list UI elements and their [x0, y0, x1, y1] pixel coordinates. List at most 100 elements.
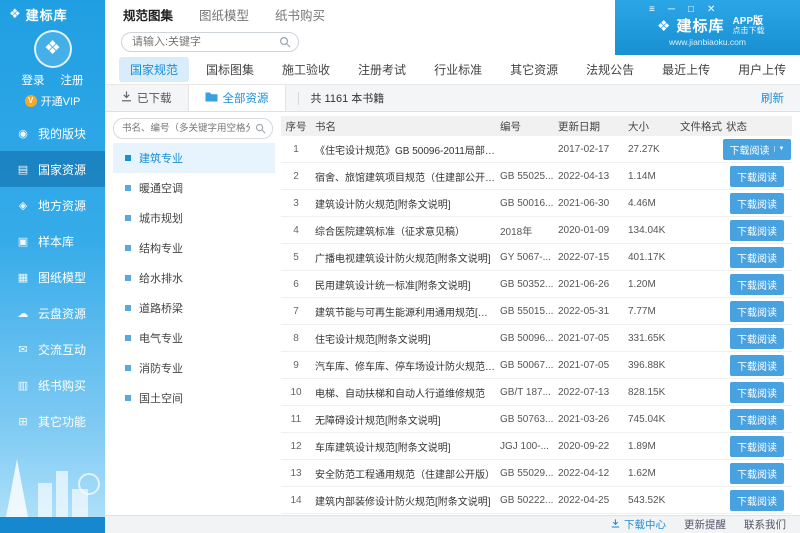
maximize-icon[interactable]: □: [688, 4, 694, 15]
table-row[interactable]: 10 电梯、自动扶梯和自动人行道维修规范 GB/T 187... 2022-07-13…: [281, 379, 792, 406]
login-link[interactable]: 登录: [22, 72, 45, 88]
download-read-button[interactable]: 下载阅读: [730, 408, 784, 430]
table-row[interactable]: 9 汽车库、修车库、停车场设计防火规范[附条文说明] GB 50067... 2021…: [281, 352, 792, 379]
book-code: 2018年: [500, 226, 533, 238]
book-title[interactable]: 建筑设计防火规范[附条文说明]: [311, 196, 496, 211]
table-row[interactable]: 8 住宅设计规范[附条文说明] GB 50096... 2021-07-05 331.6…: [281, 325, 792, 352]
book-title[interactable]: 车库建筑设计规范[附条文说明]: [311, 439, 496, 454]
main-area: 规范图集 图纸模型 纸书购买 ≡ ─ □ ✕ ❖ 建标库 APP版: [105, 0, 800, 533]
sidebar-item-national-resources[interactable]: ▤ 国家资源: [0, 151, 105, 187]
search-icon[interactable]: [279, 36, 291, 51]
download-read-button[interactable]: 下载阅读: [730, 273, 784, 295]
table-row[interactable]: 2 宿舍、旅馆建筑项目规范（住建部公开版） GB 55025... 2022-04-1…: [281, 163, 792, 190]
download-read-button[interactable]: 下载阅读: [730, 300, 784, 322]
table-row[interactable]: 4 综合医院建筑标准（征求意见稿） 2018年 2020-01-09 134.04K 下载…: [281, 217, 792, 244]
download-read-button[interactable]: 下载阅读: [730, 489, 784, 511]
book-title[interactable]: 民用建筑设计统一标准[附条文说明]: [311, 277, 496, 292]
nav-tab[interactable]: 国家规范: [119, 57, 190, 82]
nav-tab[interactable]: 行业标准: [423, 57, 493, 82]
category-search-input[interactable]: [113, 118, 273, 139]
download-read-button[interactable]: 下载阅读: [730, 435, 784, 457]
sidebar-item-label: 我的版块: [38, 126, 87, 141]
downloaded-tab[interactable]: 已下载: [105, 85, 188, 111]
download-read-button[interactable]: 下载阅读: [730, 246, 784, 268]
top-tab[interactable]: 纸书购买: [275, 5, 325, 24]
book-title[interactable]: 无障碍设计规范[附条文说明]: [311, 412, 496, 427]
category-label: 给水排水: [139, 273, 183, 285]
category-item[interactable]: 电气专业: [113, 323, 275, 353]
sidebar-item-my-section[interactable]: ◉ 我的版块: [0, 115, 105, 151]
sidebar-item-community[interactable]: ✉ 交流互动: [0, 331, 105, 367]
book-title[interactable]: 宿舍、旅馆建筑项目规范（住建部公开版）: [311, 169, 496, 184]
category-item[interactable]: 国土空间: [113, 383, 275, 413]
sidebar-item-drawing-models[interactable]: ▦ 图纸模型: [0, 259, 105, 295]
download-read-button[interactable]: 下载阅读: [730, 327, 784, 349]
nav-tab[interactable]: 用户上传: [727, 57, 797, 82]
nav-tab[interactable]: 其它资源: [499, 57, 569, 82]
nav-tab[interactable]: 施工验收: [271, 57, 341, 82]
table-row[interactable]: 12 车库建筑设计规范[附条文说明] JGJ 100-... 2020-09-22 1.…: [281, 433, 792, 460]
category-item[interactable]: 消防专业: [113, 353, 275, 383]
refresh-button[interactable]: 刷新: [761, 90, 800, 106]
book-title[interactable]: 电梯、自动扶梯和自动人行道维修规范: [311, 385, 496, 400]
book-title[interactable]: 安全防范工程通用规范（住建部公开版）: [311, 466, 496, 481]
sidebar-item-paper-books[interactable]: ▥ 纸书购买: [0, 367, 105, 403]
download-icon: [611, 518, 620, 531]
table-row[interactable]: 7 建筑节能与可再生能源利用通用规范[附条文说明] GB 55015... 2022-…: [281, 298, 792, 325]
category-item[interactable]: 给水排水: [113, 263, 275, 293]
row-number: 6: [293, 278, 299, 290]
sidebar-item-local-resources[interactable]: ◈ 地方资源: [0, 187, 105, 223]
update-reminder-link[interactable]: 更新提醒: [684, 517, 726, 532]
search-icon[interactable]: [255, 123, 266, 137]
user-avatar[interactable]: ❖: [33, 30, 72, 68]
download-read-button[interactable]: 下载阅读: [730, 354, 784, 376]
category-item[interactable]: 道路桥梁: [113, 293, 275, 323]
sidebar-item-cloud-resources[interactable]: ☁ 云盘资源: [0, 295, 105, 331]
sidebar-item-label: 纸书购买: [38, 378, 87, 393]
table-row[interactable]: 5 广播电视建筑设计防火规范[附条文说明] GY 5067-... 2022-07-1…: [281, 244, 792, 271]
app-brand-row[interactable]: ❖ 建标库 APP版 点击下载: [615, 15, 800, 36]
sidebar-item-sample-library[interactable]: ▣ 样本库: [0, 223, 105, 259]
table-row[interactable]: 1 《住宅设计规范》GB 50096-2011局部修订条文及说... 2017-02…: [281, 136, 792, 163]
category-item[interactable]: 建筑专业: [113, 143, 275, 173]
all-resources-tab[interactable]: 全部资源: [187, 85, 286, 111]
table-row[interactable]: 11 无障碍设计规范[附条文说明] GB 50763... 2021-03-26 745…: [281, 406, 792, 433]
book-title[interactable]: 住宅设计规范[附条文说明]: [311, 331, 496, 346]
menu-icon[interactable]: ≡: [649, 4, 655, 15]
download-read-button[interactable]: 下载阅读: [730, 219, 784, 241]
vip-button[interactable]: V 开通VIP: [0, 93, 105, 109]
table-row[interactable]: 6 民用建筑设计统一标准[附条文说明] GB 50352... 2021-06-26 1…: [281, 271, 792, 298]
book-title[interactable]: 建筑节能与可再生能源利用通用规范[附条文说明]: [311, 304, 496, 319]
book-title[interactable]: 建筑内部装修设计防火规范[附条文说明]: [311, 493, 496, 508]
keyword-search-input[interactable]: [121, 31, 299, 52]
download-read-button[interactable]: 下载阅读: [730, 381, 784, 403]
close-icon[interactable]: ✕: [707, 4, 715, 15]
nav-tab[interactable]: 法规公告: [575, 57, 645, 82]
contact-us-link[interactable]: 联系我们: [744, 517, 786, 532]
category-item[interactable]: 城市规划: [113, 203, 275, 233]
category-item[interactable]: 暖通空调: [113, 173, 275, 203]
book-title[interactable]: 综合医院建筑标准（征求意见稿）: [311, 223, 496, 238]
sidebar-item-other-functions[interactable]: ⊞ 其它功能: [0, 403, 105, 439]
category-item[interactable]: 结构专业: [113, 233, 275, 263]
top-tab[interactable]: 图纸模型: [199, 5, 249, 24]
table-row[interactable]: 13 安全防范工程通用规范（住建部公开版） GB 55029... 2022-04-1…: [281, 460, 792, 487]
nav-tab[interactable]: 国标图集: [195, 57, 265, 82]
book-title[interactable]: 《住宅设计规范》GB 50096-2011局部修订条文及说...: [311, 142, 496, 157]
nav-tab[interactable]: 最近上传: [651, 57, 721, 82]
minimize-icon[interactable]: ─: [668, 4, 675, 15]
file-size: 1.20M: [628, 278, 656, 290]
download-read-button[interactable]: 下载阅读: [730, 462, 784, 484]
top-tab[interactable]: 规范图集: [123, 5, 173, 24]
download-center-link[interactable]: 下载中心: [611, 517, 666, 532]
table-row[interactable]: 14 建筑内部装修设计防火规范[附条文说明] GB 50222... 2022-04-…: [281, 487, 792, 514]
nav-tab[interactable]: 注册考试: [347, 57, 417, 82]
download-read-button[interactable]: 下载阅读: [730, 165, 784, 187]
book-title[interactable]: 汽车库、修车库、停车场设计防火规范[附条文说明]: [311, 358, 496, 373]
book-title[interactable]: 广播电视建筑设计防火规范[附条文说明]: [311, 250, 496, 265]
table-row[interactable]: 3 建筑设计防火规范[附条文说明] GB 50016... 2021-06-30 4.4…: [281, 190, 792, 217]
download-read-button[interactable]: 下载阅读: [730, 192, 784, 214]
chevron-down-icon[interactable]: ▼: [773, 146, 784, 152]
download-read-button[interactable]: 下载阅读 ▼: [722, 138, 792, 160]
register-link[interactable]: 注册: [61, 72, 84, 88]
